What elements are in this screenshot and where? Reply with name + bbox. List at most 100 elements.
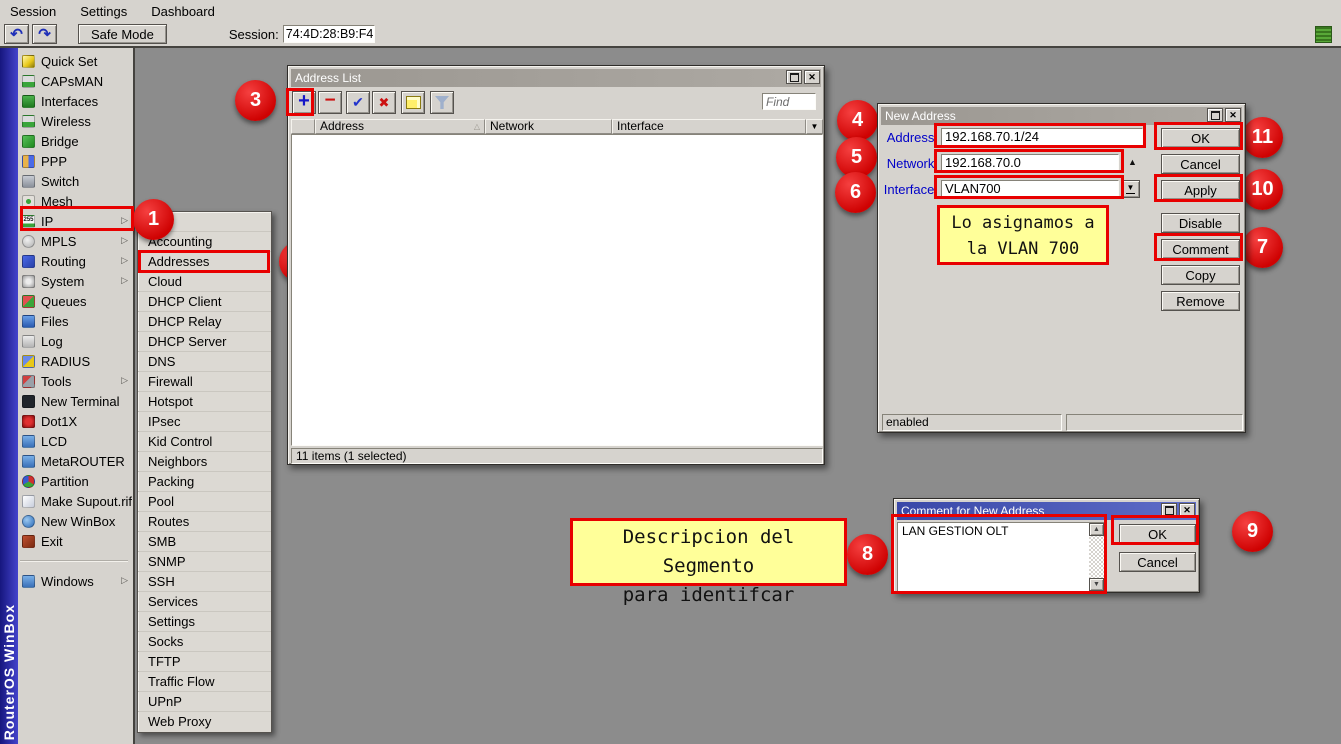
close-icon[interactable] xyxy=(1179,503,1195,517)
comment-ok-button[interactable]: OK xyxy=(1119,524,1196,544)
sidebar-item-ppp[interactable]: PPP xyxy=(18,151,133,171)
collapse-network-arrow-icon[interactable] xyxy=(1128,157,1137,167)
ip-submenu-item-web-proxy[interactable]: Web Proxy xyxy=(138,712,271,732)
sidebar-item-dot1x[interactable]: Dot1X xyxy=(18,411,133,431)
interface-dropdown-button[interactable] xyxy=(1121,180,1140,198)
sidebar-item-switch[interactable]: Switch xyxy=(18,171,133,191)
maximize-icon[interactable] xyxy=(786,70,802,84)
sidebar-item-metarouter[interactable]: MetaROUTER xyxy=(18,451,133,471)
address-list-table[interactable] xyxy=(291,134,823,446)
scroll-down-icon[interactable] xyxy=(1089,578,1104,591)
ip-submenu-item-dhcp-client[interactable]: DHCP Client xyxy=(138,292,271,312)
scrollbar[interactable] xyxy=(1089,523,1104,591)
interface-input[interactable]: VLAN700 xyxy=(941,180,1119,198)
ok-button[interactable]: OK xyxy=(1161,128,1240,148)
ip-submenu-item-kid-control[interactable]: Kid Control xyxy=(138,432,271,452)
sidebar-item-routing[interactable]: Routing xyxy=(18,251,133,271)
ip-submenu-item-routes[interactable]: Routes xyxy=(138,512,271,532)
sidebar-item-wireless[interactable]: Wireless xyxy=(18,111,133,131)
sidebar-item-ip[interactable]: IP xyxy=(18,211,133,231)
ip-submenu-item-socks[interactable]: Socks xyxy=(138,632,271,652)
ip-submenu-item-dns[interactable]: DNS xyxy=(138,352,271,372)
close-icon[interactable] xyxy=(1225,108,1241,122)
ip-submenu-item-settings[interactable]: Settings xyxy=(138,612,271,632)
sidebar-item-exit[interactable]: Exit xyxy=(18,531,133,551)
sidebar-item-partition[interactable]: Partition xyxy=(18,471,133,491)
comment-button[interactable]: Comment xyxy=(1161,239,1240,259)
remove-address-button[interactable] xyxy=(318,91,342,114)
disable-button[interactable] xyxy=(372,91,396,114)
column-header-address[interactable]: Address xyxy=(315,119,485,134)
scroll-up-icon[interactable] xyxy=(1089,523,1104,536)
redo-button[interactable] xyxy=(32,24,57,44)
ip-submenu-item-firewall[interactable]: Firewall xyxy=(138,372,271,392)
column-header-interface[interactable]: Interface xyxy=(612,119,806,134)
comment-textarea[interactable]: LAN GESTION OLT xyxy=(897,522,1105,592)
ip-submenu-item-dhcp-relay[interactable]: DHCP Relay xyxy=(138,312,271,332)
ip-submenu-item-traffic-flow[interactable]: Traffic Flow xyxy=(138,672,271,692)
ip-icon xyxy=(22,215,35,228)
new-address-titlebar[interactable]: New Address xyxy=(881,107,1242,125)
sidebar-item-interfaces[interactable]: Interfaces xyxy=(18,91,133,111)
filter-icon-button[interactable] xyxy=(430,91,454,114)
sidebar-item-quick-set[interactable]: Quick Set xyxy=(18,51,133,71)
close-icon[interactable] xyxy=(804,70,820,84)
comment-cancel-button[interactable]: Cancel xyxy=(1119,552,1196,572)
cancel-button[interactable]: Cancel xyxy=(1161,154,1240,174)
ip-submenu-item-ssh[interactable]: SSH xyxy=(138,572,271,592)
ip-submenu-item-hotspot[interactable]: Hotspot xyxy=(138,392,271,412)
address-input[interactable]: 192.168.70.1/24 xyxy=(941,128,1143,146)
remove-button[interactable]: Remove xyxy=(1161,291,1240,311)
ip-submenu-item-pool[interactable]: Pool xyxy=(138,492,271,512)
ip-submenu-item-dhcp-server[interactable]: DHCP Server xyxy=(138,332,271,352)
menu-session[interactable]: Session xyxy=(10,4,56,19)
find-input[interactable] xyxy=(762,93,816,110)
menu-settings[interactable]: Settings xyxy=(80,4,127,19)
add-address-button[interactable] xyxy=(292,91,316,114)
ip-submenu-item-cloud[interactable]: Cloud xyxy=(138,272,271,292)
apply-button[interactable]: Apply xyxy=(1161,180,1240,200)
sidebar-item-tools[interactable]: Tools xyxy=(18,371,133,391)
ip-submenu-item-upnp[interactable]: UPnP xyxy=(138,692,271,712)
session-value-field[interactable]: 74:4D:28:B9:F4:22 xyxy=(283,25,375,43)
column-header-network[interactable]: Network xyxy=(485,119,612,134)
ip-submenu-item-addresses[interactable]: Addresses xyxy=(138,252,271,272)
sidebar-item-capsman[interactable]: CAPsMAN xyxy=(18,71,133,91)
sidebar-item-system[interactable]: System xyxy=(18,271,133,291)
ip-submenu-item-snmp[interactable]: SNMP xyxy=(138,552,271,572)
column-dropdown-button[interactable] xyxy=(806,119,823,134)
sidebar-item-bridge[interactable]: Bridge xyxy=(18,131,133,151)
ip-submenu-item-packing[interactable]: Packing xyxy=(138,472,271,492)
sidebar-item-label: RADIUS xyxy=(41,354,90,369)
ip-submenu-item-smb[interactable]: SMB xyxy=(138,532,271,552)
sidebar-item-make-supout[interactable]: Make Supout.rif xyxy=(18,491,133,511)
sidebar-item-files[interactable]: Files xyxy=(18,311,133,331)
undo-button[interactable] xyxy=(4,24,29,44)
maximize-icon[interactable] xyxy=(1161,503,1177,517)
sidebar-item-mpls[interactable]: MPLS xyxy=(18,231,133,251)
sidebar-item-windows[interactable]: Windows xyxy=(18,571,133,591)
safe-mode-button[interactable]: Safe Mode xyxy=(78,24,167,44)
sidebar-item-label: Windows xyxy=(41,574,94,589)
sidebar-item-radius[interactable]: RADIUS xyxy=(18,351,133,371)
ip-submenu-item-neighbors[interactable]: Neighbors xyxy=(138,452,271,472)
sidebar-item-queues[interactable]: Queues xyxy=(18,291,133,311)
menu-dashboard[interactable]: Dashboard xyxy=(151,4,215,19)
sidebar-item-mesh[interactable]: Mesh xyxy=(18,191,133,211)
sidebar-item-new-terminal[interactable]: New Terminal xyxy=(18,391,133,411)
ip-submenu-item-ipsec[interactable]: IPsec xyxy=(138,412,271,432)
comment-icon-button[interactable] xyxy=(401,91,425,114)
sidebar-item-log[interactable]: Log xyxy=(18,331,133,351)
sidebar-item-lcd[interactable]: LCD xyxy=(18,431,133,451)
maximize-icon[interactable] xyxy=(1207,108,1223,122)
disable-button[interactable]: Disable xyxy=(1161,213,1240,233)
comment-titlebar[interactable]: Comment for New Address xyxy=(897,502,1196,520)
sidebar-item-new-winbox[interactable]: New WinBox xyxy=(18,511,133,531)
selector-column-header[interactable] xyxy=(291,119,315,134)
address-list-titlebar[interactable]: Address List xyxy=(291,69,821,87)
ip-submenu-item-tftp[interactable]: TFTP xyxy=(138,652,271,672)
copy-button[interactable]: Copy xyxy=(1161,265,1240,285)
network-input[interactable]: 192.168.70.0 xyxy=(941,154,1119,172)
enable-button[interactable] xyxy=(346,91,370,114)
ip-submenu-item-services[interactable]: Services xyxy=(138,592,271,612)
